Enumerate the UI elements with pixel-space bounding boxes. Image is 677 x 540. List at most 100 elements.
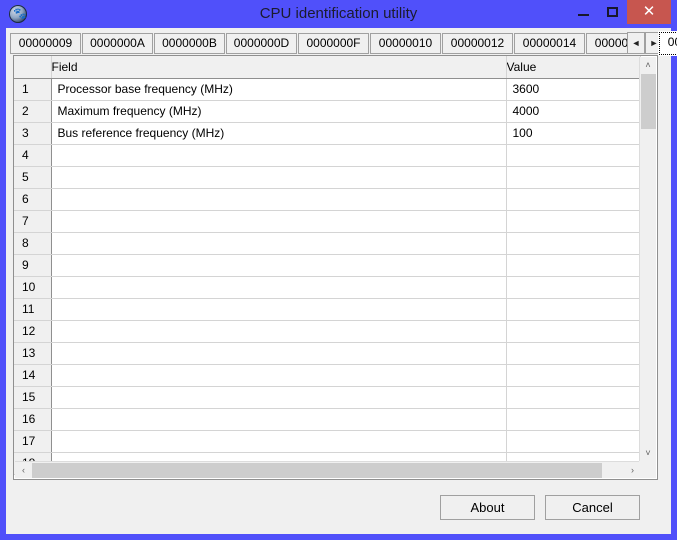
row-number[interactable]: 13 [14,342,52,365]
cell-value[interactable] [506,386,641,409]
cell-value[interactable] [506,254,641,277]
table-row[interactable]: 12 [14,320,641,343]
cell-field[interactable] [51,276,507,299]
row-number[interactable]: 1 [14,78,52,101]
scroll-left-icon[interactable]: ‹ [15,462,32,478]
maximize-button[interactable] [598,0,627,24]
cell-value[interactable] [506,144,641,167]
cell-field[interactable] [51,254,507,277]
row-number[interactable]: 5 [14,166,52,189]
minimize-icon [578,14,589,16]
table-row[interactable]: 8 [14,232,641,255]
cell-value[interactable] [506,298,641,321]
about-button[interactable]: About [440,495,535,520]
tab-00000014[interactable]: 00000014 [514,33,585,54]
cell-value[interactable] [506,364,641,387]
row-number[interactable]: 10 [14,276,52,299]
tab-0000000B[interactable]: 0000000B [154,33,225,54]
row-number[interactable]: 16 [14,408,52,431]
column-header-rownum[interactable] [14,56,52,79]
row-number[interactable]: 9 [14,254,52,277]
tab-00000009[interactable]: 00000009 [10,33,81,54]
cell-field[interactable] [51,298,507,321]
row-number[interactable]: 11 [14,298,52,321]
table-row[interactable]: 6 [14,188,641,211]
cell-field[interactable] [51,364,507,387]
row-number[interactable]: 2 [14,100,52,123]
cell-value[interactable]: 100 [506,122,641,145]
tab-scroll-left-button[interactable]: ◄ [627,32,645,54]
table-row[interactable]: 5 [14,166,641,189]
table-row[interactable]: 11 [14,298,641,321]
table-row[interactable]: 14 [14,364,641,387]
cell-field[interactable] [51,342,507,365]
cell-field[interactable] [51,320,507,343]
table-body: 1 Processor base frequency (MHz) 3600 2 Maxi… [14,78,641,475]
row-number[interactable]: 3 [14,122,52,145]
row-number[interactable]: 12 [14,320,52,343]
row-number[interactable]: 6 [14,188,52,211]
tab-00000012[interactable]: 00000012 [442,33,513,54]
row-number[interactable]: 17 [14,430,52,453]
table-row[interactable]: 7 [14,210,641,233]
cell-field[interactable] [51,232,507,255]
cell-field[interactable] [51,166,507,189]
table-row[interactable]: 16 [14,408,641,431]
table-row[interactable]: 13 [14,342,641,365]
cancel-button[interactable]: Cancel [545,495,640,520]
row-number[interactable]: 7 [14,210,52,233]
grid-viewport: Field Value 1 Processor base frequency (M… [14,56,657,479]
cell-field[interactable] [51,188,507,211]
table-row[interactable]: 4 [14,144,641,167]
tab-0000000A[interactable]: 0000000A [82,33,153,54]
tab-0000000D[interactable]: 0000000D [226,33,297,54]
cell-value[interactable] [506,210,641,233]
cell-value[interactable] [506,276,641,299]
cell-value[interactable] [506,430,641,453]
scroll-down-icon[interactable]: ˅ [640,445,656,462]
column-header-value[interactable]: Value [506,56,641,79]
close-button[interactable]: ✕ [627,0,671,24]
table-row[interactable]: 2 Maximum frequency (MHz) 4000 [14,100,641,123]
cell-field[interactable] [51,144,507,167]
cell-value[interactable] [506,342,641,365]
tab-00000010[interactable]: 00000010 [370,33,441,54]
column-header-field[interactable]: Field [51,56,507,79]
data-table: Field Value 1 Processor base frequency (M… [14,56,641,475]
table-row[interactable]: 17 [14,430,641,453]
tab-00000016[interactable]: 00000016 [658,31,677,56]
row-number[interactable]: 14 [14,364,52,387]
cell-field[interactable] [51,386,507,409]
cell-value[interactable] [506,166,641,189]
cell-field[interactable]: Processor base frequency (MHz) [51,78,507,101]
cell-field[interactable] [51,430,507,453]
table-row[interactable]: 3 Bus reference frequency (MHz) 100 [14,122,641,145]
app-window: 🐾 CPU identification utility ✕ 00000009 0… [0,0,677,540]
cell-value[interactable] [506,320,641,343]
row-number[interactable]: 15 [14,386,52,409]
horizontal-scrollbar[interactable]: ‹ › [15,461,641,478]
cell-value[interactable] [506,188,641,211]
tab-0000000F[interactable]: 0000000F [298,33,369,54]
vertical-scrollbar[interactable]: ˄ ˅ [639,57,656,462]
horizontal-scroll-thumb[interactable] [32,463,602,478]
cell-field[interactable] [51,210,507,233]
table-row[interactable]: 15 [14,386,641,409]
cell-value[interactable] [506,408,641,431]
table-row[interactable]: 10 [14,276,641,299]
cell-value[interactable] [506,232,641,255]
scroll-up-icon[interactable]: ˄ [640,57,656,74]
cell-value[interactable]: 3600 [506,78,641,101]
row-number[interactable]: 4 [14,144,52,167]
minimize-button[interactable] [569,0,598,24]
cell-field[interactable] [51,408,507,431]
row-number[interactable]: 8 [14,232,52,255]
table-row[interactable]: 9 [14,254,641,277]
client-area: 00000009 0000000A 0000000B 0000000D 0000000F… [6,28,677,534]
cell-field[interactable]: Bus reference frequency (MHz) [51,122,507,145]
cell-value[interactable]: 4000 [506,100,641,123]
table-row[interactable]: 1 Processor base frequency (MHz) 3600 [14,78,641,101]
vertical-scroll-thumb[interactable] [641,74,656,129]
cell-field[interactable]: Maximum frequency (MHz) [51,100,507,123]
cpuid-data-grid[interactable]: Field Value 1 Processor base frequency (M… [13,55,658,480]
